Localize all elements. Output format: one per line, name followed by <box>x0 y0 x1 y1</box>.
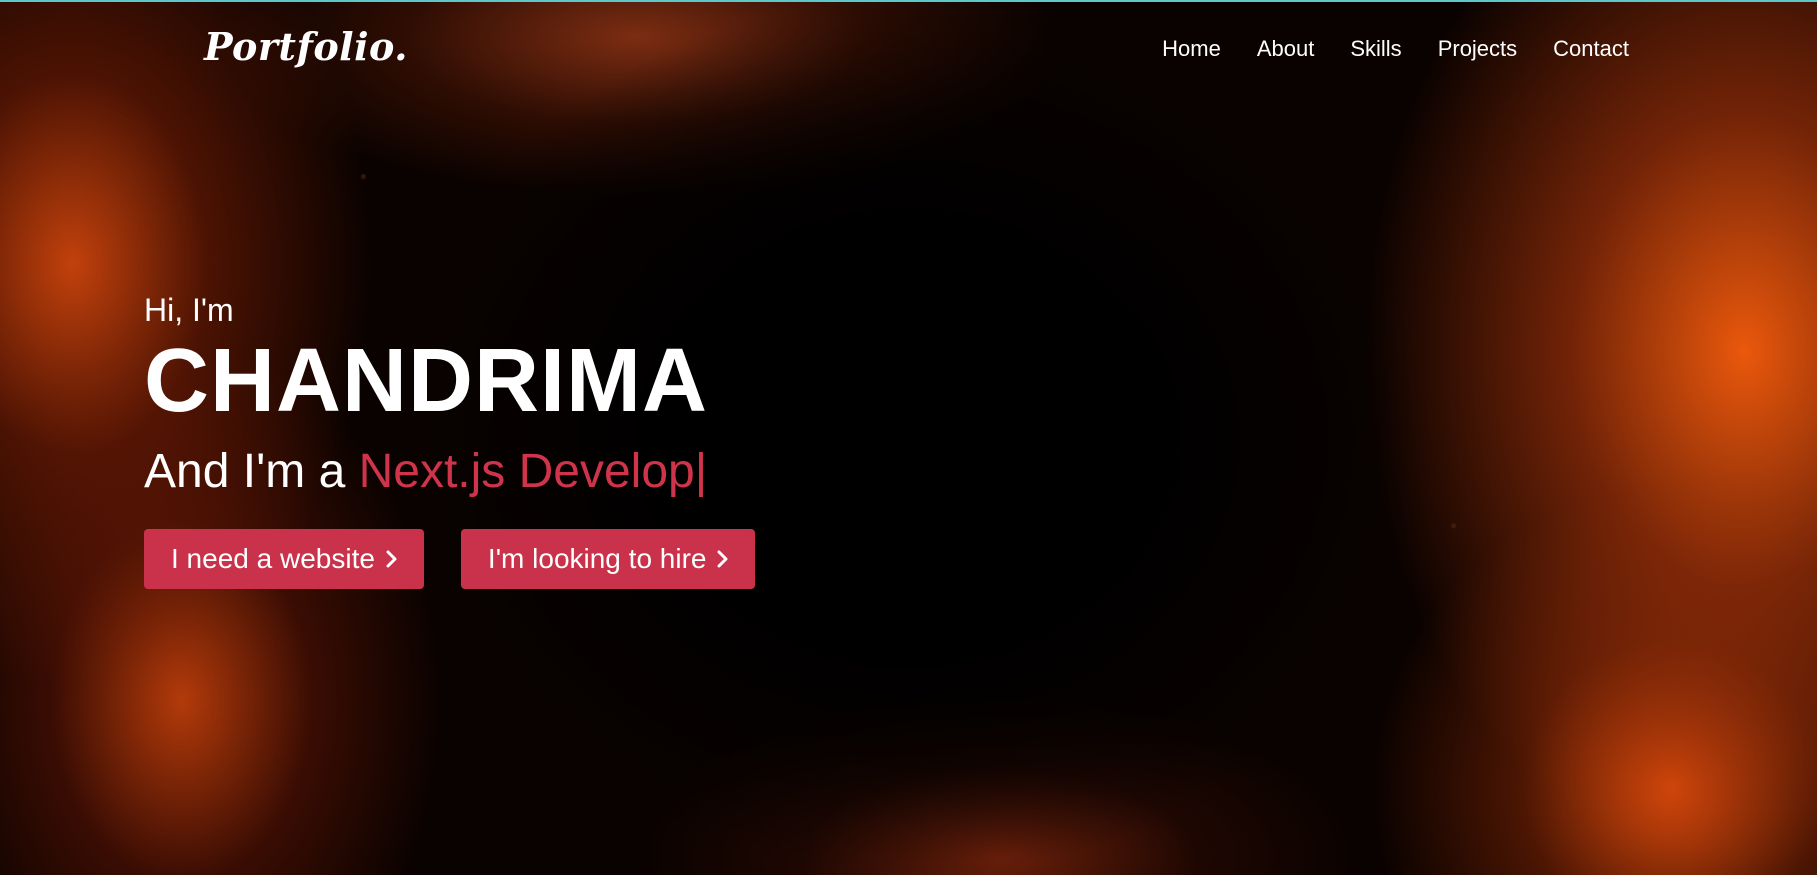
hero-buttons: I need a website I'm looking to hire <box>144 528 756 589</box>
chevron-right-icon <box>717 550 728 568</box>
role-typed-text: Next.js Develop <box>358 445 695 498</box>
need-website-button[interactable]: I need a website <box>144 528 424 589</box>
looking-to-hire-button[interactable]: I'm looking to hire <box>460 528 756 589</box>
nav-menu: Home About Skills Projects Contact <box>1162 36 1629 62</box>
navbar: Portfolio. Home About Skills Projects Co… <box>0 2 1817 94</box>
hero-name: CHANDRIMA <box>144 331 708 431</box>
hero-section: Portfolio. Home About Skills Projects Co… <box>0 0 1817 875</box>
need-website-label: I need a website <box>171 542 375 574</box>
typing-cursor: | <box>694 445 708 498</box>
hero-greeting: Hi, I'm <box>144 292 234 328</box>
hero-role: And I'm a Next.js Develop| <box>144 445 755 499</box>
looking-to-hire-label: I'm looking to hire <box>487 542 707 574</box>
logo[interactable]: Portfolio. <box>204 24 408 69</box>
chevron-right-icon <box>386 550 397 568</box>
nav-link-skills[interactable]: Skills <box>1350 36 1401 62</box>
role-prefix: And I'm a <box>144 445 359 498</box>
hero-content: Hi, I'm CHANDRIMA And I'm a Next.js Deve… <box>144 292 756 589</box>
nav-link-home[interactable]: Home <box>1162 36 1221 62</box>
nav-link-contact[interactable]: Contact <box>1553 36 1629 62</box>
nav-link-projects[interactable]: Projects <box>1438 36 1517 62</box>
nav-link-about[interactable]: About <box>1257 36 1315 62</box>
